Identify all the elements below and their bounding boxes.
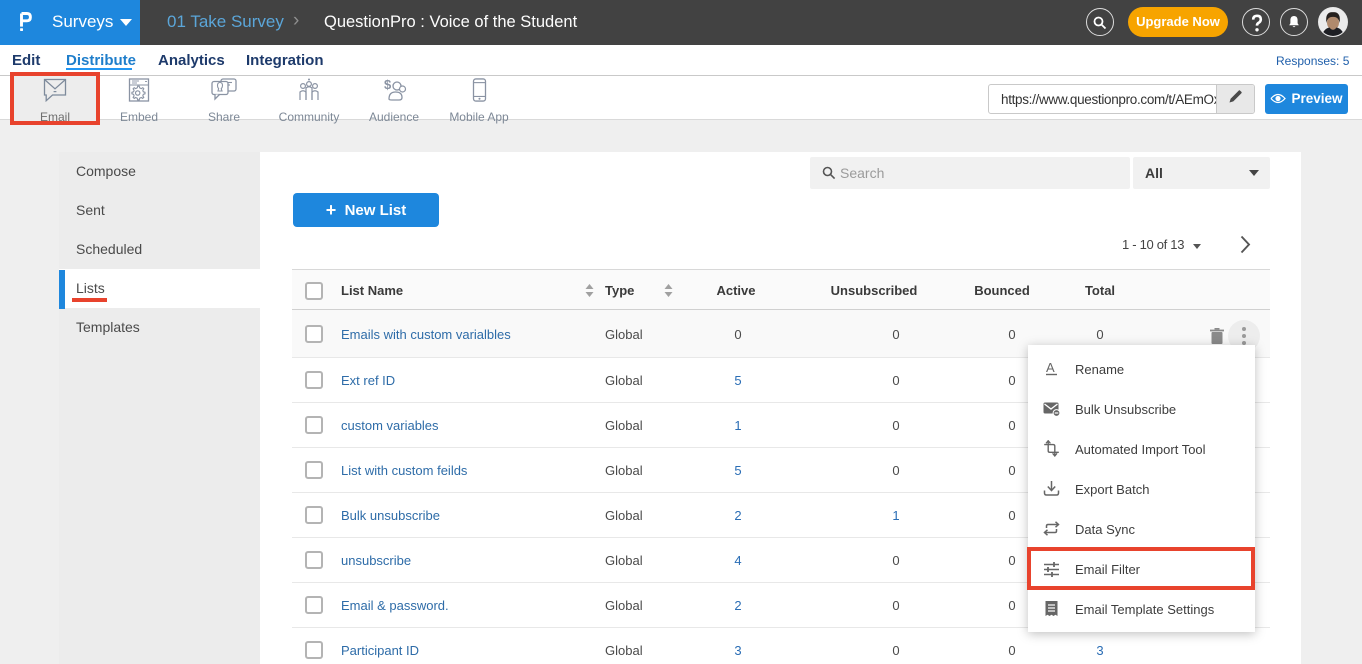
- svg-text:A: A: [1046, 360, 1055, 375]
- svg-text:$: $: [384, 78, 392, 92]
